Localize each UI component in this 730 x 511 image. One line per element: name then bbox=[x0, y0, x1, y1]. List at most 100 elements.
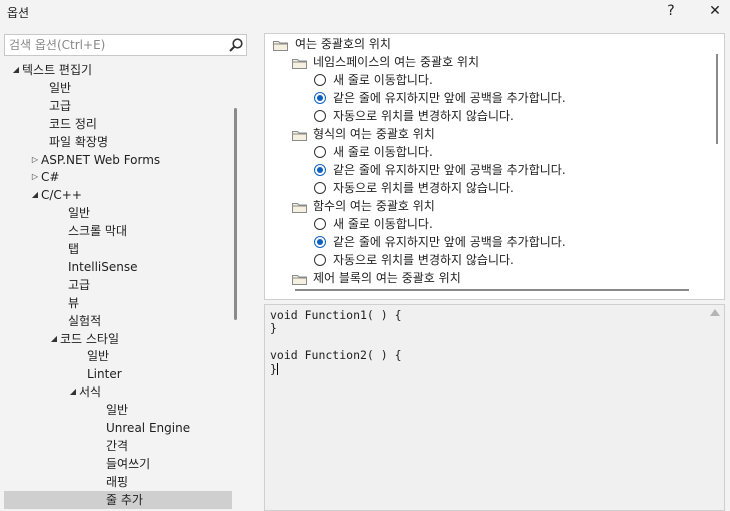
help-button[interactable]: ? bbox=[657, 0, 685, 22]
search-box[interactable] bbox=[4, 34, 247, 56]
tree-item-label: 일반 bbox=[87, 349, 110, 364]
tree-item[interactable]: 일반 bbox=[4, 79, 232, 97]
search-icon[interactable] bbox=[228, 37, 244, 53]
tree-item-label: 래핑 bbox=[106, 474, 129, 489]
option-label: 자동으로 위치를 변경하지 않습니다. bbox=[333, 253, 514, 267]
folder-icon bbox=[292, 200, 307, 213]
caret-line bbox=[277, 362, 278, 376]
option-label: 같은 줄에 유지하지만 앞에 공백을 추가합니다. bbox=[333, 235, 566, 249]
option-label: 형식의 여는 중괄호 위치 bbox=[313, 127, 435, 141]
search-input[interactable] bbox=[5, 35, 220, 55]
tree-item-label: 일반 bbox=[106, 403, 129, 418]
tree-item[interactable]: 간격 bbox=[4, 437, 232, 455]
option-label: 네임스페이스의 여는 중괄호 위치 bbox=[313, 55, 480, 69]
tree-item-label: 텍스트 편집기 bbox=[22, 63, 93, 77]
radio-button[interactable] bbox=[314, 236, 326, 248]
tree-item-label: C/C++ bbox=[41, 188, 82, 203]
tree-item-label: 탭 bbox=[68, 242, 80, 256]
tree-item[interactable]: 줄 추가 bbox=[4, 490, 232, 509]
option-label: 같은 줄에 유지하지만 앞에 공백을 추가합니다. bbox=[333, 91, 566, 105]
tree-item-label: 뷰 bbox=[68, 295, 80, 310]
radio-button[interactable] bbox=[314, 254, 326, 266]
radio-button[interactable] bbox=[314, 74, 326, 86]
tree-item[interactable]: 파일 확장명 bbox=[4, 133, 232, 151]
tree-item-label: C# bbox=[41, 170, 60, 185]
options-horizontal-scrollbar[interactable] bbox=[295, 289, 689, 291]
tree-item-label: 코드 정리 bbox=[49, 116, 97, 131]
tree-item[interactable]: ▷ ASP.NET Web Forms bbox=[4, 151, 232, 169]
tree-item[interactable]: 고급 bbox=[4, 97, 232, 115]
radio-button[interactable] bbox=[314, 182, 326, 194]
scroll-up-arrow-icon[interactable] bbox=[710, 309, 720, 316]
tree-item-label: 일반 bbox=[49, 80, 72, 95]
radio-button[interactable] bbox=[314, 218, 326, 230]
option-label: 새 줄로 이동합니다. bbox=[333, 145, 433, 159]
options-panel: 여는 중괄호의 위치네임스페이스의 여는 중괄호 위치새 줄로 이동합니다. 같은… bbox=[264, 33, 725, 300]
folder-icon bbox=[292, 56, 307, 69]
tree-item[interactable]: 일반 bbox=[4, 347, 232, 365]
tree-item-label: 실험적 bbox=[68, 313, 102, 328]
tree-item[interactable]: ▷ C# bbox=[4, 168, 232, 186]
close-button[interactable]: ✕ bbox=[701, 0, 729, 22]
tree-item-label: 서식 bbox=[79, 385, 102, 400]
tree-item-label: 일반 bbox=[68, 206, 91, 221]
tree-item[interactable]: ◢ C/C++ bbox=[4, 186, 232, 204]
tree-item[interactable]: Linter bbox=[4, 365, 232, 383]
expand-arrow-icon[interactable]: ▷ bbox=[30, 168, 40, 186]
radio-button[interactable] bbox=[314, 164, 326, 176]
option-label: 함수의 여는 중괄호 위치 bbox=[313, 199, 435, 213]
tree-item-label: 파일 확장명 bbox=[49, 134, 109, 149]
tree-item[interactable]: 일반 bbox=[4, 401, 232, 419]
tree-item[interactable]: 고급 bbox=[4, 276, 232, 294]
tree-item-label: Unreal Engine bbox=[106, 421, 191, 435]
radio-button[interactable] bbox=[314, 110, 326, 122]
tree-item[interactable]: 탭 bbox=[4, 240, 232, 258]
radio-button[interactable] bbox=[314, 92, 326, 104]
tree-item[interactable]: 코드 정리 bbox=[4, 115, 232, 133]
tree-item[interactable]: 일반 bbox=[4, 204, 232, 222]
tree-item[interactable]: ◢ 코드 스타일 bbox=[4, 330, 232, 348]
option-label: 자동으로 위치를 변경하지 않습니다. bbox=[333, 109, 514, 123]
option-label: 제어 블록의 여는 중괄호 위치 bbox=[313, 271, 461, 285]
code-line: void Function1( ) { bbox=[270, 308, 402, 322]
options-vertical-scrollbar[interactable] bbox=[716, 54, 718, 144]
window-title: 옵션 bbox=[7, 6, 30, 20]
tree-item[interactable]: 뷰 bbox=[4, 294, 232, 312]
collapse-arrow-icon[interactable]: ◢ bbox=[49, 330, 59, 348]
tree-scrollbar[interactable] bbox=[234, 108, 237, 320]
collapse-arrow-icon[interactable]: ◢ bbox=[11, 61, 21, 79]
code-line: } bbox=[270, 321, 277, 336]
tree-item[interactable]: 래핑 bbox=[4, 473, 232, 491]
tree-item-label: 줄 추가 bbox=[106, 492, 143, 507]
tree-item-label: 고급 bbox=[49, 98, 72, 113]
tree-item-label: 들여쓰기 bbox=[106, 456, 151, 471]
tree-item[interactable]: 스크롤 막대 bbox=[4, 222, 232, 240]
radio-button[interactable] bbox=[314, 146, 326, 158]
tree-item[interactable]: 실험적 bbox=[4, 312, 232, 330]
expand-arrow-icon[interactable]: ▷ bbox=[30, 151, 40, 169]
tree-item-label: 스크롤 막대 bbox=[68, 224, 128, 239]
tree-item[interactable]: IntelliSense bbox=[4, 258, 232, 276]
tree-item[interactable]: 들여쓰기 bbox=[4, 455, 232, 473]
tree-item-label: Linter bbox=[87, 367, 122, 382]
tree-item-label: 코드 스타일 bbox=[60, 331, 120, 346]
option-label: 새 줄로 이동합니다. bbox=[333, 217, 433, 231]
tree-item[interactable]: ◢ 텍스트 편집기 bbox=[4, 61, 232, 79]
text-caret bbox=[277, 362, 278, 375]
folder-icon bbox=[292, 128, 307, 141]
tree-item-label: ASP.NET Web Forms bbox=[41, 152, 161, 167]
collapse-arrow-icon[interactable]: ◢ bbox=[68, 383, 78, 401]
tree-item[interactable]: Unreal Engine bbox=[4, 419, 232, 437]
code-line: void Function2( ) { bbox=[270, 348, 402, 363]
code-preview[interactable]: void Function1( ) {} void Function2( ) {} bbox=[264, 304, 725, 511]
option-label: 새 줄로 이동합니다. bbox=[333, 73, 433, 87]
title-bar: 옵션 ? ✕ bbox=[0, 0, 730, 26]
option-label: 자동으로 위치를 변경하지 않습니다. bbox=[333, 181, 514, 195]
option-label: 같은 줄에 유지하지만 앞에 공백을 추가합니다. bbox=[333, 163, 566, 177]
collapse-arrow-icon[interactable]: ◢ bbox=[30, 186, 40, 204]
code-line: } bbox=[270, 361, 277, 376]
folder-icon bbox=[273, 38, 288, 51]
tree-item-label: IntelliSense bbox=[68, 259, 138, 274]
tree-item[interactable]: ◢ 서식 bbox=[4, 383, 232, 401]
option-label: 여는 중괄호의 위치 bbox=[295, 37, 391, 51]
